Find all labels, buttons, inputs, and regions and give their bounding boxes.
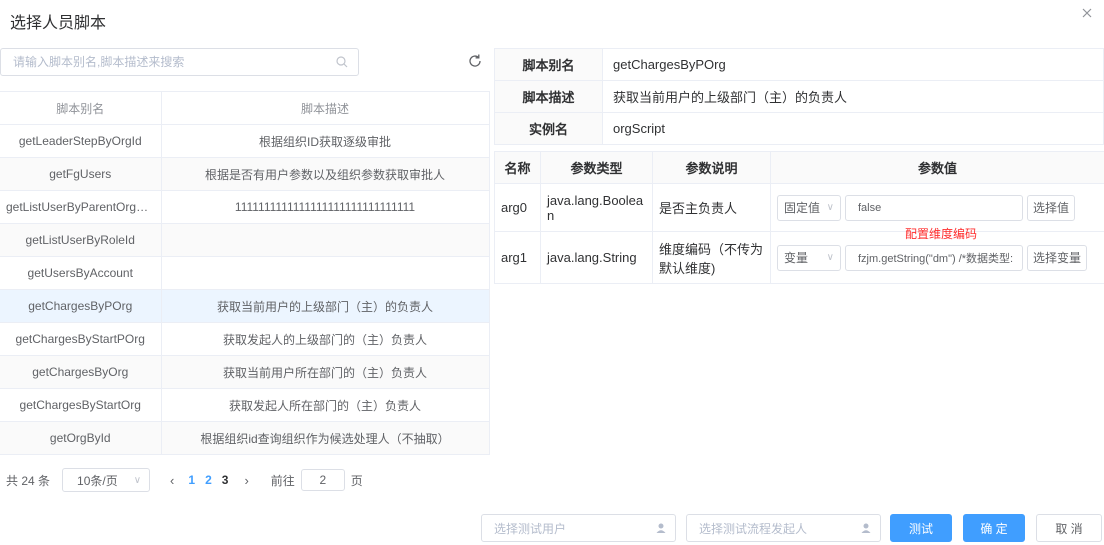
table-row[interactable]: getListUserByRoleId [0, 223, 490, 257]
cell-alias: getChargesByPOrg [0, 289, 162, 323]
test-button[interactable]: 测试 [890, 514, 952, 542]
cell-desc: 获取当前用户的上级部门（主）的负责人 [161, 289, 490, 323]
select-value-button[interactable]: 选择值 [1027, 194, 1076, 221]
value-mode-select[interactable]: 变量 ∨ [777, 244, 841, 271]
test-user-select[interactable]: 选择测试用户 [481, 514, 676, 542]
param-row: arg0 java.lang.Boolean 是否主负责人 固定值 ∨ fals… [494, 183, 1104, 232]
cell-desc: 获取发起人的上级部门的（主）负责人 [161, 322, 490, 356]
param-header-name: 名称 [494, 151, 541, 184]
param-desc: 是否主负责人 [652, 183, 771, 232]
confirm-button[interactable]: 确 定 [963, 514, 1025, 542]
cell-alias: getFgUsers [0, 157, 162, 191]
test-starter-select[interactable]: 选择测试流程发起人 [686, 514, 881, 542]
table-row[interactable]: getChargesByStartOrg 获取发起人所在部门的（主）负责人 [0, 388, 490, 422]
table-row[interactable]: getUsersByAccount [0, 256, 490, 290]
test-starter-placeholder: 选择测试流程发起人 [699, 521, 808, 536]
script-info-table: 脚本别名 getChargesByPOrg 脚本描述 获取当前用户的上级部门（主… [494, 48, 1104, 145]
chevron-down-icon: ∨ [133, 474, 142, 486]
page-1[interactable]: 1 [188, 473, 195, 487]
refresh-icon[interactable] [465, 51, 485, 71]
goto-page-input[interactable]: 2 [300, 469, 345, 491]
test-user-placeholder: 选择测试用户 [494, 521, 567, 536]
param-type: java.lang.Boolean [540, 183, 653, 232]
value-mode-label: 固定值 [784, 201, 821, 215]
select-variable-button[interactable]: 选择变量 [1027, 244, 1088, 271]
cell-alias: getChargesByStartOrg [0, 388, 162, 422]
script-table: 脚本别名 脚本描述 getLeaderStepByOrgId 根据组织ID获取逐级… [0, 91, 490, 455]
table-row[interactable]: getLeaderStepByOrgId 根据组织ID获取逐级审批 [0, 124, 490, 158]
column-header-alias[interactable]: 脚本别名 [0, 91, 162, 125]
cell-alias: getChargesByStartPOrg [0, 322, 162, 356]
table-row[interactable]: getListUserByParentOrgR... 11111111111111… [0, 190, 490, 224]
goto-label: 前往 [270, 473, 295, 488]
cell-desc: 根据是否有用户参数以及组织参数获取审批人 [161, 157, 490, 191]
param-value-cell: 配置维度编码 变量 ∨ fzjm.getString("dm") /*数据类型:… [770, 227, 1104, 284]
page-3[interactable]: 3 [222, 473, 229, 487]
value-mode-label: 变量 [784, 251, 809, 265]
instance-value: orgScript [602, 112, 1104, 145]
cell-alias: getLeaderStepByOrgId [0, 124, 162, 158]
close-icon[interactable] [1080, 6, 1094, 20]
cell-desc [161, 256, 490, 290]
table-row[interactable]: getFgUsers 根据是否有用户参数以及组织参数获取审批人 [0, 157, 490, 191]
cell-desc: 获取当前用户所在部门的（主）负责人 [161, 355, 490, 389]
param-header-desc: 参数说明 [652, 151, 771, 184]
cell-alias: getListUserByParentOrgR... [0, 190, 162, 224]
param-name: arg0 [494, 183, 541, 232]
value-input[interactable]: fzjm.getString("dm") /*数据类型: [845, 244, 1023, 271]
table-row[interactable]: getOrgById 根据组织id查询组织作为候选处理人（不抽取） [0, 421, 490, 455]
cell-desc: 1111111111111111111111111111111 [161, 190, 490, 224]
annotation-text: 配置维度编码 [905, 227, 978, 241]
user-icon [655, 522, 667, 534]
param-desc: 维度编码（不传为默认维度) [652, 231, 771, 284]
search-icon[interactable] [336, 56, 348, 68]
cell-alias: getOrgById [0, 421, 162, 455]
cell-alias: getUsersByAccount [0, 256, 162, 290]
param-header-type: 参数类型 [540, 151, 653, 184]
cell-desc [161, 223, 490, 257]
table-row[interactable]: getChargesByStartPOrg 获取发起人的上级部门的（主）负责人 [0, 322, 490, 356]
page-size-value: 10条/页 [77, 473, 118, 488]
param-table: 名称 参数类型 参数说明 参数值 arg0 java.lang.Boolean … [494, 151, 1104, 284]
value-mode-select[interactable]: 固定值 ∨ [777, 194, 841, 221]
pagination: 共 24 条 10条/页 ∨ ‹ 1 2 3 › 前往 2 页 [6, 468, 363, 492]
prev-page-button[interactable]: ‹ [170, 473, 174, 488]
dialog-title: 选择人员脚本 [10, 15, 107, 32]
param-type: java.lang.String [540, 231, 653, 284]
param-header-value: 参数值 [770, 151, 1104, 184]
alias-label: 脚本别名 [494, 48, 603, 81]
cell-desc: 根据组织id查询组织作为候选处理人（不抽取） [161, 421, 490, 455]
page-size-select[interactable]: 10条/页 ∨ [62, 468, 151, 492]
total-count: 共 24 条 [6, 473, 51, 488]
table-row-selected[interactable]: getChargesByPOrg 获取当前用户的上级部门（主）的负责人 [0, 289, 490, 323]
user-icon [860, 522, 872, 534]
column-header-desc[interactable]: 脚本描述 [161, 91, 490, 125]
table-row[interactable]: getChargesByOrg 获取当前用户所在部门的（主）负责人 [0, 355, 490, 389]
next-page-button[interactable]: › [244, 473, 248, 488]
cell-desc: 根据组织ID获取逐级审批 [161, 124, 490, 158]
search-box[interactable] [0, 48, 359, 76]
cancel-button[interactable]: 取 消 [1036, 514, 1102, 542]
param-name: arg1 [494, 231, 541, 284]
search-input[interactable] [1, 49, 321, 75]
cell-alias: getListUserByRoleId [0, 223, 162, 257]
page-2[interactable]: 2 [205, 473, 212, 487]
instance-label: 实例名 [494, 112, 603, 145]
cell-desc: 获取发起人所在部门的（主）负责人 [161, 388, 490, 422]
cell-alias: getChargesByOrg [0, 355, 162, 389]
chevron-down-icon: ∨ [826, 202, 834, 213]
desc-value: 获取当前用户的上级部门（主）的负责人 [602, 80, 1104, 113]
value-input[interactable]: false [845, 194, 1023, 221]
goto-suffix: 页 [350, 473, 363, 488]
param-row: arg1 java.lang.String 维度编码（不传为默认维度) 配置维度… [494, 227, 1104, 284]
alias-value: getChargesByPOrg [602, 48, 1104, 81]
chevron-down-icon: ∨ [826, 252, 834, 263]
desc-label: 脚本描述 [494, 80, 603, 113]
